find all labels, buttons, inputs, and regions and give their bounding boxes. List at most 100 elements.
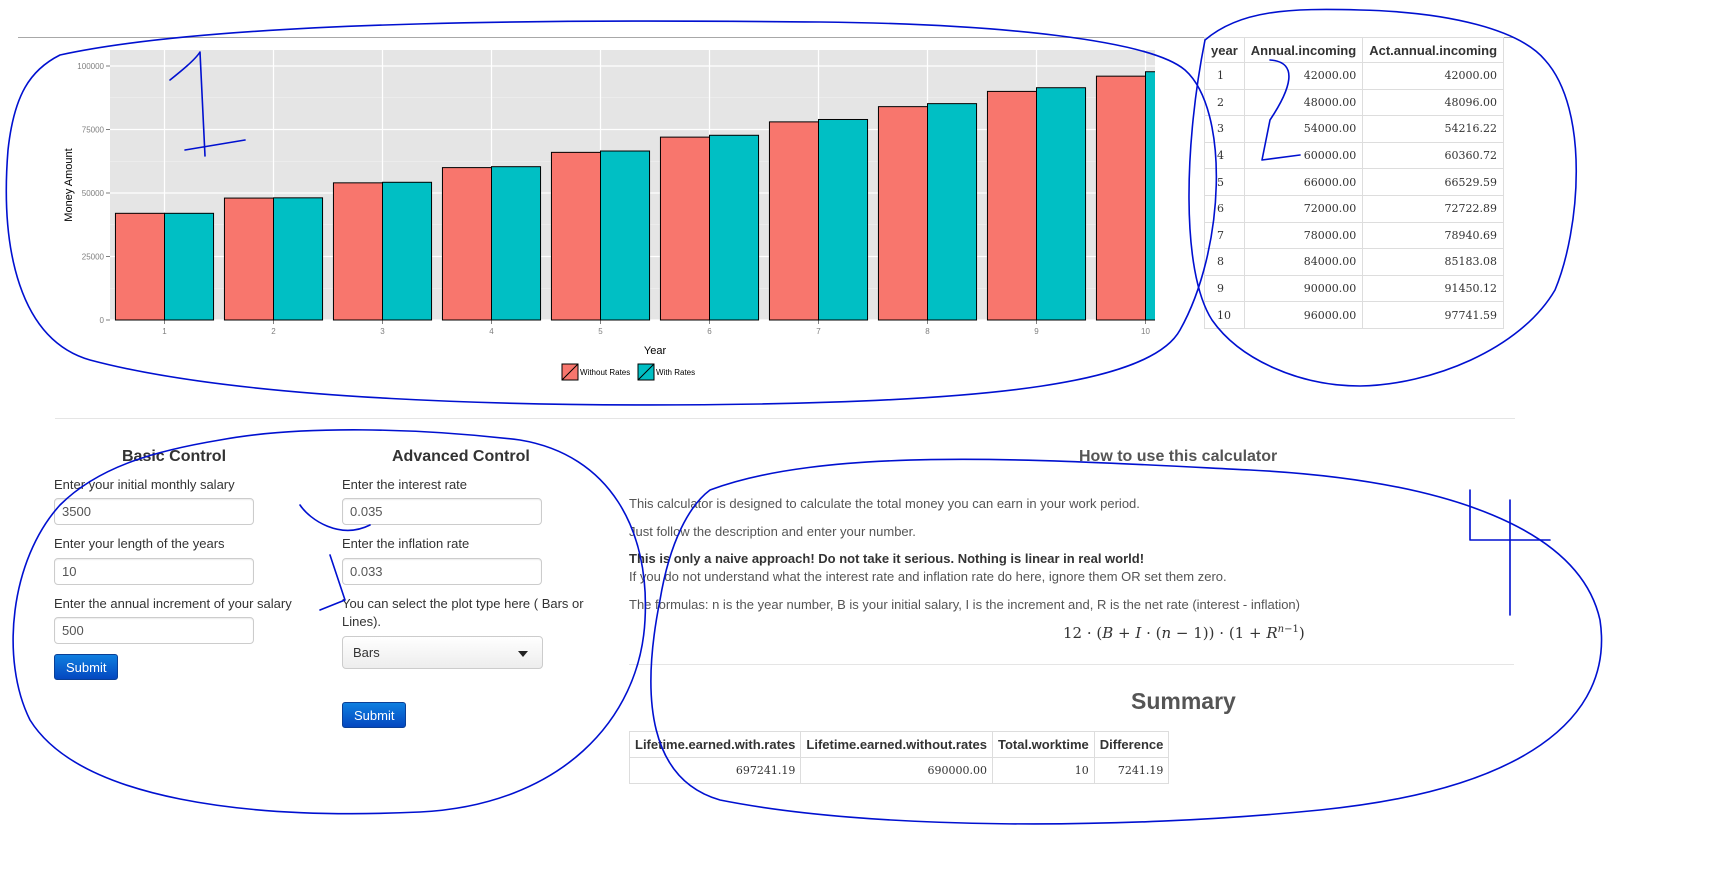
difference-value: 7241.19 [1093, 757, 1170, 784]
summary-value-row: 697241.19 690000.00 10 7241.19 [628, 757, 1170, 784]
x-axis-label: Year [644, 345, 667, 357]
legend-label: With Rates [656, 368, 695, 377]
act-annual-incoming-cell: 78940.69 [1362, 221, 1505, 250]
act-annual-incoming-cell: 97741.59 [1362, 301, 1505, 329]
bar-with-rates [709, 134, 760, 321]
section-divider [55, 418, 1515, 419]
basic-submit-button[interactable]: Submit [54, 654, 119, 680]
chevron-down-icon [518, 651, 528, 657]
total-worktime-value: 10 [991, 757, 1095, 784]
summary-header-row: Lifetime.earned.with.rates Lifetime.earn… [628, 731, 1170, 758]
howto-instructions: Just follow the description and enter yo… [629, 524, 916, 539]
bar-without-rates [223, 197, 274, 321]
income-table-header: year Annual.incoming Act.annual.incoming [1204, 37, 1505, 63]
year-cell: 2 [1204, 88, 1245, 117]
bar-with-rates [382, 181, 433, 321]
bar-with-rates [818, 118, 869, 321]
plot-type-select[interactable]: Bars [342, 636, 543, 669]
bar-without-rates [768, 121, 820, 321]
salary-label: Enter your initial monthly salary [54, 477, 235, 492]
year-cell: 3 [1204, 115, 1245, 143]
howto-formula-description: The formulas: n is the year number, B is… [629, 597, 1300, 612]
x-tick-label: 2 [271, 327, 276, 336]
x-tick-label: 9 [1034, 327, 1039, 336]
advanced-control-title: Advanced Control [392, 448, 530, 465]
table-row: 3 54000.00 54216.22 [1204, 115, 1505, 143]
table-row: 7 78000.00 78940.69 [1204, 221, 1505, 250]
year-cell: 5 [1204, 168, 1245, 196]
y-axis-label: Money Amount [63, 148, 75, 221]
bar-without-rates [659, 136, 711, 321]
year-cell: 9 [1204, 274, 1245, 303]
salary-formula: 12 · (B + I · (n − 1)) · (1 + Rn−1) [1063, 624, 1305, 642]
bar-without-rates [986, 90, 1038, 321]
col-total-worktime: Total.worktime [991, 731, 1095, 758]
summary-table: Lifetime.earned.with.rates Lifetime.earn… [628, 731, 1170, 784]
summary-divider [629, 664, 1514, 665]
col-annual-incoming: Annual.incoming [1243, 37, 1364, 63]
col-lifetime-with-rates: Lifetime.earned.with.rates [628, 731, 802, 758]
bar-with-rates [273, 197, 324, 321]
bar-without-rates [1095, 75, 1146, 321]
x-tick-label: 10 [1141, 327, 1150, 336]
col-lifetime-without-rates: Lifetime.earned.without.rates [800, 731, 993, 758]
increment-label: Enter the annual increment of your salar… [54, 596, 292, 611]
act-annual-incoming-cell: 66529.59 [1362, 168, 1505, 196]
act-annual-incoming-cell: 85183.08 [1362, 248, 1505, 276]
y-tick-label: 0 [100, 316, 105, 325]
salary-input[interactable] [54, 498, 254, 525]
income-bar-chart: 0 25000 50000 75000 100000 1 2 3 4 5 6 7 8 9 10 Year Mon… [63, 50, 1155, 381]
years-input[interactable] [54, 558, 254, 585]
basic-control-title: Basic Control [122, 448, 227, 465]
bar-without-rates [441, 167, 493, 321]
table-row: 8 84000.00 85183.08 [1204, 248, 1505, 276]
bar-with-rates [600, 150, 651, 321]
annual-incoming-cell: 42000.00 [1243, 62, 1364, 90]
x-tick-label: 7 [816, 327, 821, 336]
bar-without-rates [332, 182, 384, 321]
act-annual-incoming-cell: 60360.72 [1362, 141, 1505, 170]
bar-with-rates [1036, 87, 1087, 321]
annual-incoming-cell: 90000.00 [1243, 274, 1364, 303]
inflation-label: Enter the inflation rate [342, 536, 470, 551]
table-row: 4 60000.00 60360.72 [1204, 141, 1505, 170]
interest-rate-input[interactable] [342, 498, 542, 525]
bar-with-rates [164, 212, 215, 321]
x-tick-label: 4 [489, 327, 494, 336]
table-row: 6 72000.00 72722.89 [1204, 194, 1505, 223]
year-cell: 4 [1204, 141, 1245, 170]
act-annual-incoming-cell: 72722.89 [1362, 194, 1505, 223]
year-cell: 10 [1204, 301, 1245, 329]
annual-incoming-cell: 54000.00 [1243, 115, 1364, 143]
year-cell: 8 [1204, 248, 1245, 276]
year-cell: 1 [1204, 62, 1245, 90]
act-annual-incoming-cell: 48096.00 [1362, 88, 1505, 117]
plot-type-label: You can select the plot type here ( Bars… [342, 596, 584, 629]
inflation-rate-input[interactable] [342, 558, 542, 585]
howto-description: This calculator is designed to calculate… [629, 496, 1140, 511]
col-difference: Difference [1093, 731, 1170, 758]
x-tick-label: 1 [162, 327, 167, 336]
advanced-submit-button[interactable]: Submit [342, 702, 407, 728]
table-row: 5 66000.00 66529.59 [1204, 168, 1505, 196]
act-annual-incoming-cell: 54216.22 [1362, 115, 1505, 143]
increment-input[interactable] [54, 617, 254, 644]
col-year: year [1204, 37, 1245, 63]
lifetime-with-rates-value: 697241.19 [628, 757, 802, 784]
bar-without-rates [550, 151, 602, 321]
bar-without-rates [877, 106, 929, 321]
annual-incoming-cell: 60000.00 [1243, 141, 1364, 170]
plot-type-value: Bars [353, 645, 380, 660]
x-tick-label: 3 [380, 327, 385, 336]
table-row: 10 96000.00 97741.59 [1204, 301, 1505, 329]
years-label: Enter your length of the years [54, 536, 225, 551]
annual-incoming-cell: 72000.00 [1243, 194, 1364, 223]
lifetime-without-rates-value: 690000.00 [800, 757, 993, 784]
y-tick-label: 100000 [77, 62, 104, 71]
y-tick-label: 75000 [82, 126, 105, 135]
table-row: 2 48000.00 48096.00 [1204, 88, 1505, 117]
year-cell: 6 [1204, 194, 1245, 223]
bar-without-rates [114, 212, 165, 321]
year-cell: 7 [1204, 221, 1245, 250]
x-tick-label: 8 [925, 327, 930, 336]
